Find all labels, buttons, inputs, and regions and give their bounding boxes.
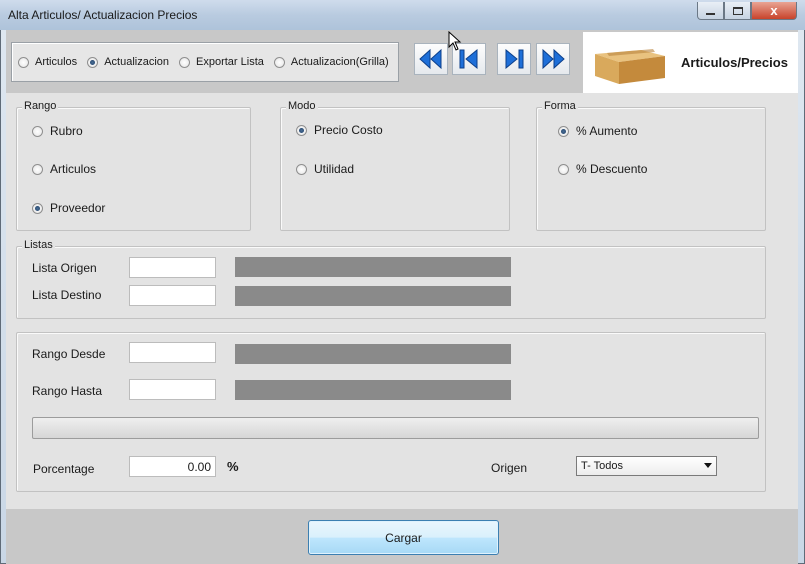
modo-legend: Modo	[286, 100, 318, 112]
mode-articulos[interactable]: Articulos	[18, 56, 77, 68]
rango-desde-label: Rango Desde	[32, 347, 106, 361]
radio-descuento[interactable]	[558, 163, 569, 175]
lista-origen-label: Lista Origen	[32, 261, 97, 275]
chevron-down-icon	[704, 463, 712, 468]
radio-articulos[interactable]	[18, 56, 29, 68]
skip-forward-icon	[505, 48, 524, 70]
minimize-button[interactable]	[697, 2, 724, 20]
forma-legend: Forma	[542, 100, 578, 112]
forma-option-aumento[interactable]: % Aumento	[558, 124, 637, 138]
rango-legend: Rango	[22, 100, 59, 112]
rango-rubro-label: Rubro	[50, 124, 83, 138]
mode-actualizacion-grilla-label: Actualizacion(Grilla)	[290, 56, 389, 68]
minimize-icon	[706, 12, 715, 15]
mode-exportar-lista-label: Exportar Lista	[196, 56, 264, 68]
modo-option-precio-costo[interactable]: Precio Costo	[296, 123, 383, 137]
rango-option-rubro[interactable]: Rubro	[32, 124, 83, 138]
rango-desde-description	[235, 344, 511, 364]
origen-select[interactable]: T- Todos	[576, 456, 717, 476]
rango-articulos-label: Articulos	[50, 162, 97, 176]
rango-desde-field[interactable]	[129, 342, 216, 363]
origen-label: Origen	[491, 461, 528, 475]
nav-last-button[interactable]	[536, 43, 570, 75]
rango-hasta-label: Rango Hasta	[32, 384, 103, 398]
mode-articulos-label: Articulos	[35, 56, 78, 68]
mouse-cursor-icon	[448, 31, 462, 51]
radio-rango-articulos[interactable]	[32, 163, 43, 175]
porcentaje-field[interactable]: 0.00	[129, 456, 216, 477]
rango-option-proveedor[interactable]: Proveedor	[32, 201, 105, 215]
brand-title: Articulos/Precios	[681, 55, 788, 70]
mode-exportar-lista[interactable]: Exportar Lista	[179, 56, 264, 68]
window-title: Alta Articulos/ Actualizacion Precios	[8, 8, 198, 22]
modo-precio-costo-label: Precio Costo	[314, 123, 383, 137]
nav-next-button[interactable]	[497, 43, 531, 75]
radio-actualizacion-grilla[interactable]	[273, 56, 285, 68]
radio-rubro[interactable]	[32, 125, 43, 137]
radio-aumento[interactable]	[558, 125, 569, 137]
modo-option-utilidad[interactable]: Utilidad	[296, 162, 354, 176]
maximize-icon	[732, 6, 743, 15]
mode-selector: Articulos Actualizacion Exportar Lista A…	[11, 42, 399, 82]
radio-actualizacion[interactable]	[87, 56, 99, 68]
porcentaje-label: Porcentage	[33, 462, 95, 476]
forma-option-descuento[interactable]: % Descuento	[558, 162, 647, 176]
fast-forward-double-icon	[542, 48, 565, 70]
listas-legend: Listas	[22, 239, 55, 251]
radio-precio-costo[interactable]	[296, 124, 307, 136]
mode-actualizacion-label: Actualizacion	[104, 56, 170, 68]
lista-destino-field[interactable]	[129, 285, 216, 306]
lista-origen-description	[235, 257, 511, 277]
lista-origen-field[interactable]	[129, 257, 216, 278]
title-bar[interactable]: Alta Articulos/ Actualizacion Precios	[0, 0, 805, 30]
rango-hasta-description	[235, 380, 511, 400]
percent-unit: %	[227, 459, 239, 474]
close-icon: x	[770, 3, 778, 18]
cargar-button[interactable]: Cargar	[308, 520, 499, 555]
modo-utilidad-label: Utilidad	[314, 162, 355, 176]
progress-bar	[32, 417, 759, 439]
lista-destino-label: Lista Destino	[32, 288, 102, 302]
radio-utilidad[interactable]	[296, 163, 307, 175]
forma-descuento-label: % Descuento	[576, 162, 648, 176]
rango-hasta-field[interactable]	[129, 379, 216, 400]
rango-proveedor-label: Proveedor	[50, 201, 106, 215]
close-button[interactable]: x	[751, 2, 797, 20]
radio-exportar-lista[interactable]	[179, 56, 191, 68]
origen-selected-value: T- Todos	[581, 460, 623, 472]
radio-proveedor[interactable]	[32, 202, 43, 214]
maximize-button[interactable]	[724, 2, 751, 20]
rango-option-articulos[interactable]: Articulos	[32, 162, 96, 176]
cardboard-box-icon	[595, 49, 665, 84]
skip-back-icon	[459, 48, 478, 70]
forma-aumento-label: % Aumento	[576, 124, 638, 138]
nav-first-button[interactable]	[414, 43, 448, 75]
lista-destino-description	[235, 286, 511, 306]
rewind-double-icon	[419, 48, 442, 70]
mode-actualizacion[interactable]: Actualizacion	[87, 56, 169, 68]
mode-actualizacion-grilla[interactable]: Actualizacion(Grilla)	[273, 56, 389, 68]
